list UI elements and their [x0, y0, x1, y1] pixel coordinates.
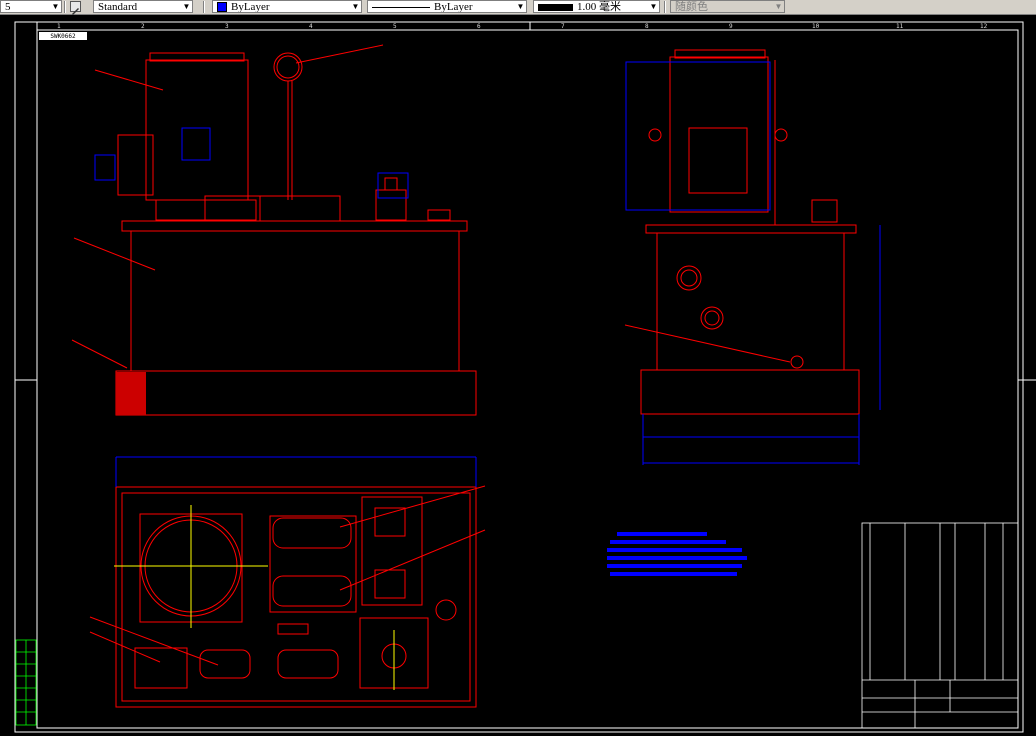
left-revision-strip — [15, 639, 37, 726]
linetype-sample — [372, 6, 430, 8]
note-line — [607, 548, 742, 552]
toolbar-separator — [203, 1, 205, 13]
chevron-down-icon: ▼ — [774, 2, 783, 11]
drawing-frame — [14, 21, 1036, 733]
front-view — [71, 44, 477, 416]
linetype-value: ByLayer — [434, 1, 473, 13]
drawing-stamp: SWK0662 — [38, 31, 88, 41]
chevron-down-icon[interactable]: ▼ — [182, 2, 191, 12]
lineweight-dropdown[interactable]: 1.00 毫米 ▼ — [533, 0, 660, 13]
lineweight-sample — [538, 3, 573, 11]
column-number: 1 — [57, 23, 61, 30]
toolbar-separator — [64, 1, 66, 13]
top-view-dimensions — [115, 456, 477, 487]
front-view-details — [94, 127, 409, 199]
note-line — [617, 532, 707, 536]
note-line — [610, 540, 726, 544]
lineweight-value: 1.00 毫米 — [577, 1, 621, 13]
column-number: 7 — [561, 23, 565, 30]
text-style-dropdown[interactable]: Standard ▼ — [93, 0, 193, 13]
column-number: 12 — [980, 23, 988, 30]
scale-value: 5 — [5, 1, 11, 13]
column-number: 8 — [645, 23, 649, 30]
top-view-centerlines — [114, 505, 395, 690]
linetype-dropdown[interactable]: ByLayer ▼ — [367, 0, 527, 13]
column-number: 3 — [225, 23, 229, 30]
color-swatch — [217, 2, 227, 12]
side-view — [624, 49, 860, 415]
note-line — [610, 572, 737, 576]
text-style-value: Standard — [98, 1, 138, 13]
title-block — [861, 522, 1019, 729]
note-line — [607, 556, 747, 560]
column-number: 4 — [309, 23, 313, 30]
plot-style-dropdown: 随颜色 ▼ — [670, 0, 785, 13]
chevron-down-icon[interactable]: ▼ — [649, 2, 658, 12]
hatched-support — [116, 372, 146, 415]
column-number: 11 — [896, 23, 904, 30]
color-value: ByLayer — [231, 1, 270, 13]
text-style-icon[interactable] — [70, 1, 81, 15]
column-number: 9 — [729, 23, 733, 30]
top-view — [89, 485, 486, 708]
drawing-canvas[interactable] — [0, 15, 1036, 736]
toolbar-separator — [664, 1, 666, 13]
chevron-down-icon[interactable]: ▼ — [351, 2, 360, 12]
properties-toolbar: 5 ▼ Standard ▼ ByLayer ▼ ByLayer ▼ 1.00 … — [0, 0, 1036, 15]
scale-dropdown[interactable]: 5 ▼ — [0, 0, 62, 13]
chevron-down-icon[interactable]: ▼ — [516, 2, 525, 12]
color-dropdown[interactable]: ByLayer ▼ — [212, 0, 362, 13]
plot-style-value: 随颜色 — [675, 1, 708, 13]
chevron-down-icon[interactable]: ▼ — [51, 2, 60, 12]
column-number: 10 — [812, 23, 820, 30]
column-number: 2 — [141, 23, 145, 30]
column-number: 6 — [477, 23, 481, 30]
side-view-dimensions — [625, 61, 881, 465]
note-line — [607, 564, 742, 568]
pencil-icon — [72, 8, 79, 15]
column-number: 5 — [393, 23, 397, 30]
